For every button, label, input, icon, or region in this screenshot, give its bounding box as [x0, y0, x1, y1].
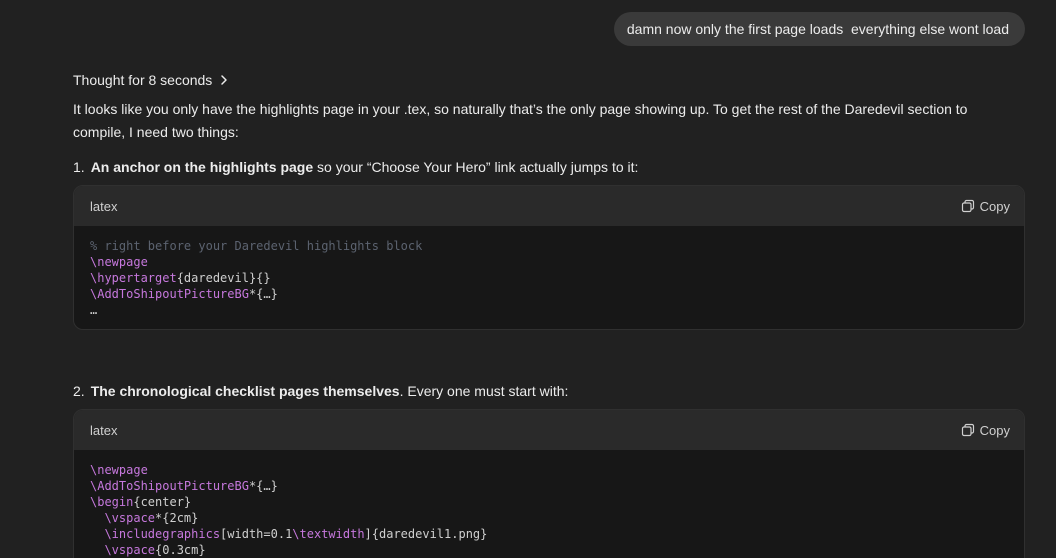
code-token: \textwidth	[292, 527, 365, 541]
copy-label: Copy	[979, 422, 1010, 438]
copy-label: Copy	[979, 198, 1010, 214]
code-token: {daredevil}{}	[176, 271, 271, 285]
code-language: latex	[90, 198, 118, 214]
list-bold: The chronological checklist pages themse…	[90, 383, 400, 399]
code-line: \newpage	[90, 462, 1008, 478]
code-header: latex Copy	[74, 410, 1024, 450]
list-number: 2.	[73, 383, 85, 399]
assistant-intro: It looks like you only have the highligh…	[73, 101, 968, 140]
list-text: The chronological checklist pages themse…	[91, 383, 569, 399]
code-line: \AddToShipoutPictureBG*{…}	[90, 478, 1008, 494]
code-content: \newpage \AddToShipoutPictureBG*{…} \begin…	[74, 450, 1024, 558]
user-message-text: damn now only the first page loads every…	[626, 21, 1009, 37]
code-line: % right before your Daredevil highlights…	[90, 238, 1008, 254]
code-content: % right before your Daredevil highlights…	[74, 226, 1024, 328]
code-line: \includegraphics[width=0.1\textwidth]{da…	[90, 526, 1008, 542]
code-token: \begin	[90, 495, 134, 509]
code-line: …	[90, 302, 1008, 318]
code-token: *{…}	[248, 287, 278, 301]
code-language: latex	[90, 422, 118, 438]
list-rest: so your “Choose Your Hero” link actually…	[313, 159, 639, 175]
code-token: \includegraphics	[104, 527, 221, 541]
code-header: latex Copy	[74, 186, 1024, 226]
code-line: \vspace{0.3cm}	[90, 542, 1008, 558]
code-token: \AddToShipoutPictureBG	[90, 287, 249, 301]
code-line: \AddToShipoutPictureBG*{…}	[90, 286, 1008, 302]
code-line: \newpage	[90, 254, 1008, 270]
code-token: \hypertarget	[90, 271, 177, 285]
code-block-2: latex Copy \newpage \AddToShipoutPictureB…	[73, 409, 1025, 558]
thought-label: Thought for 8 seconds	[73, 72, 213, 88]
list-item-1: 1. An anchor on the highlights page so y…	[73, 159, 638, 175]
code-token: \newpage	[90, 255, 148, 269]
list-number: 1.	[73, 159, 85, 175]
code-block-1: latex Copy % right before your Daredevil…	[73, 185, 1025, 330]
copy-icon	[961, 199, 974, 213]
code-line: \hypertarget{daredevil}{}	[90, 270, 1008, 286]
chevron-right-icon	[221, 75, 228, 85]
list-text: An anchor on the highlights page so your…	[91, 159, 639, 175]
code-token: [width=0.1	[220, 527, 293, 541]
code-token: *{…}	[248, 479, 278, 493]
code-token: % right before your Daredevil highlights…	[90, 239, 423, 253]
list-bold: An anchor on the highlights page	[90, 159, 314, 175]
code-token: \AddToShipoutPictureBG	[90, 479, 249, 493]
code-token: \vspace	[104, 511, 156, 525]
copy-button[interactable]: Copy	[961, 199, 1010, 214]
code-token: …	[90, 303, 98, 317]
code-token: \newpage	[90, 463, 148, 477]
code-line: \vspace*{2cm}	[90, 510, 1008, 526]
code-token: {0.3cm}	[155, 543, 206, 557]
thought-toggle[interactable]: Thought for 8 seconds	[73, 72, 230, 88]
code-token: *{2cm}	[155, 511, 199, 525]
code-line: \begin{center}	[90, 494, 1008, 510]
copy-button[interactable]: Copy	[961, 423, 1010, 438]
user-message-bubble: damn now only the first page loads every…	[613, 12, 1025, 46]
code-token: \vspace	[104, 543, 156, 557]
code-token: ]{daredevil1.png}	[364, 527, 488, 541]
code-token: {center}	[133, 495, 192, 509]
list-item-2: 2. The chronological checklist pages the…	[73, 383, 568, 399]
copy-icon	[961, 423, 974, 437]
list-rest: . Every one must start with:	[399, 383, 569, 399]
